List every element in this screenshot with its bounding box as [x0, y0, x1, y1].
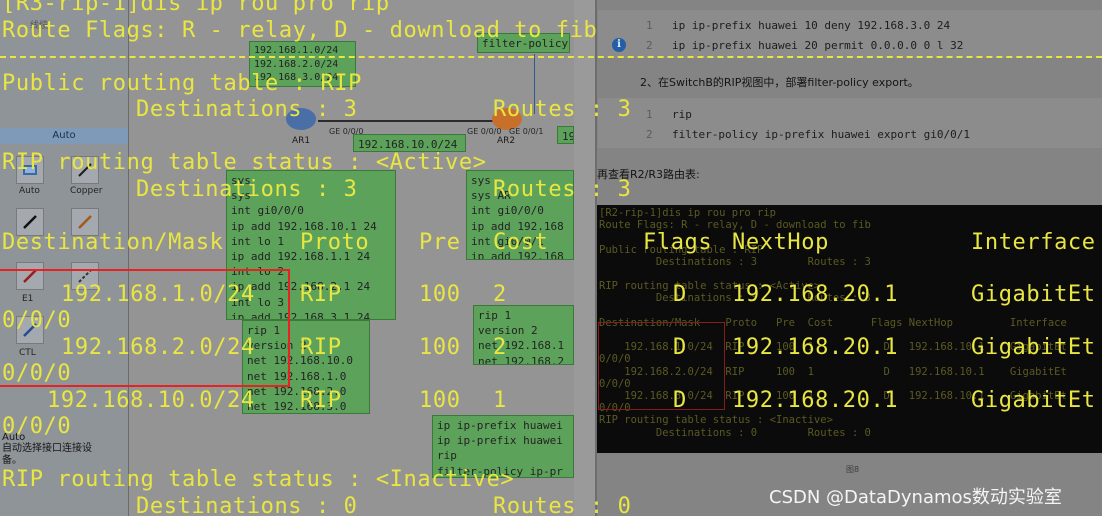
code-block-prefix: 1 ip ip-prefix huawei 10 deny 192.168.3.…	[598, 10, 1102, 58]
term-route-flags: Route Flags: R - relay, D - download to …	[2, 18, 598, 43]
term-inactive-routes: Routes : 0	[493, 494, 632, 516]
router-ar1-label: AR1	[292, 136, 311, 146]
route-destination: 192.168.10.0/24	[47, 388, 255, 413]
inner-terminal-line: RIP routing table status : <Inactive>	[599, 414, 833, 427]
canvas-scrollbar[interactable]	[574, 0, 597, 516]
route-flags: D	[673, 388, 687, 413]
step-text: 2、在SwitchB的RIP视图中，部署filter-policy export…	[640, 76, 919, 89]
col-flags: Flags	[643, 230, 713, 255]
code-line: filter-policy ip-prefix huawei export gi…	[672, 128, 971, 141]
device-label: Copper	[70, 186, 103, 196]
code-line: ip ip-prefix huawei 10 deny 192.168.3.0 …	[672, 19, 951, 32]
pos-cable-icon	[78, 215, 92, 229]
code-line: rip	[672, 108, 692, 121]
inner-terminal-line: Destinations : 0 Routes : 0	[599, 426, 871, 439]
serial-cable-icon	[23, 215, 37, 229]
line-number: 2	[646, 128, 653, 141]
route-cost: 2	[493, 335, 507, 360]
col-pre: Pre	[419, 230, 461, 255]
inner-terminal-line: Destinations : 3 Routes : 3	[599, 255, 871, 268]
line-number: 2	[646, 39, 653, 52]
term-public-title: Public routing table : RIP	[2, 71, 362, 96]
route-interface: GigabitEt	[971, 282, 1096, 307]
figure-caption: 图8	[846, 465, 860, 474]
route-proto: RIP	[300, 282, 342, 307]
route-proto: RIP	[300, 388, 342, 413]
route-pre: 100	[419, 282, 461, 307]
col-cost: Cost	[493, 230, 549, 255]
col-destination: Destination/Mask	[2, 230, 224, 255]
term-inactive-title: RIP routing table status : <Inactive>	[2, 467, 515, 492]
watermark: CSDN @DataDynamos数动实验室	[769, 487, 1062, 508]
inner-terminal-line: [R2-rip-1]dis ip rou pro rip	[599, 207, 777, 219]
route-pre: 100	[419, 335, 461, 360]
term-inactive-destinations: Destinations : 0	[136, 494, 358, 516]
route-proto: RIP	[300, 335, 342, 360]
note-line: 192.168.2.0/24	[254, 58, 339, 70]
col-nexthop: NextHop	[732, 230, 829, 255]
col-interface: Interface	[971, 230, 1096, 255]
screenshot-stage: 线缆 Auto Auto Copper E1 CTL Auto 自动选择接口连接…	[0, 0, 1102, 516]
highlight-box	[0, 269, 290, 387]
description-body: 自动选择接口连接设 备。	[2, 443, 92, 466]
term-public-routes: Routes : 3	[493, 97, 632, 122]
route-flags: D	[673, 282, 687, 307]
route-nexthop: 192.168.20.1	[732, 282, 899, 307]
route-cost: 1	[493, 388, 507, 413]
device-label: Auto	[19, 186, 40, 196]
code-line: ip ip-prefix huawei 20 permit 0.0.0.0 0 …	[672, 39, 964, 52]
route-interface-wrap: 0/0/0	[2, 414, 72, 439]
link-ip-note-right: 19	[557, 126, 574, 144]
term-command: [R3-rip-1]dis ip rou pro rip	[2, 0, 390, 16]
line-number: 1	[646, 19, 653, 32]
route-pre: 100	[419, 388, 461, 413]
route-interface: GigabitEt	[971, 388, 1096, 413]
router-ar2-label: AR2	[497, 136, 516, 146]
term-public-destinations: Destinations : 3	[136, 97, 358, 122]
route-cost: 2	[493, 282, 507, 307]
term-active-title: RIP routing table status : <Active>	[2, 150, 487, 175]
info-icon: i	[612, 38, 626, 52]
term-active-routes: Routes : 3	[493, 177, 632, 202]
device-category-tab[interactable]: Auto	[0, 128, 128, 144]
code-block-rip: 1 rip 2 filter-policy ip-prefix huawei e…	[598, 98, 1102, 148]
port-label: GE 0/0/1	[509, 127, 544, 136]
route-nexthop: 192.168.20.1	[732, 388, 899, 413]
route-interface: GigabitEt	[971, 335, 1096, 360]
port-label: GE 0/0/0	[467, 127, 502, 136]
term-active-destinations: Destinations : 3	[136, 177, 358, 202]
ar2-rip-note: rip 1 version 2 net 192.168.1 net 192.16…	[473, 305, 574, 365]
route-nexthop: 192.168.20.1	[732, 335, 899, 360]
route-flags: D	[673, 335, 687, 360]
term-separator	[0, 56, 1102, 58]
inner-highlight-box	[598, 322, 725, 410]
col-proto: Proto	[300, 230, 370, 255]
line-number: 1	[646, 108, 653, 121]
